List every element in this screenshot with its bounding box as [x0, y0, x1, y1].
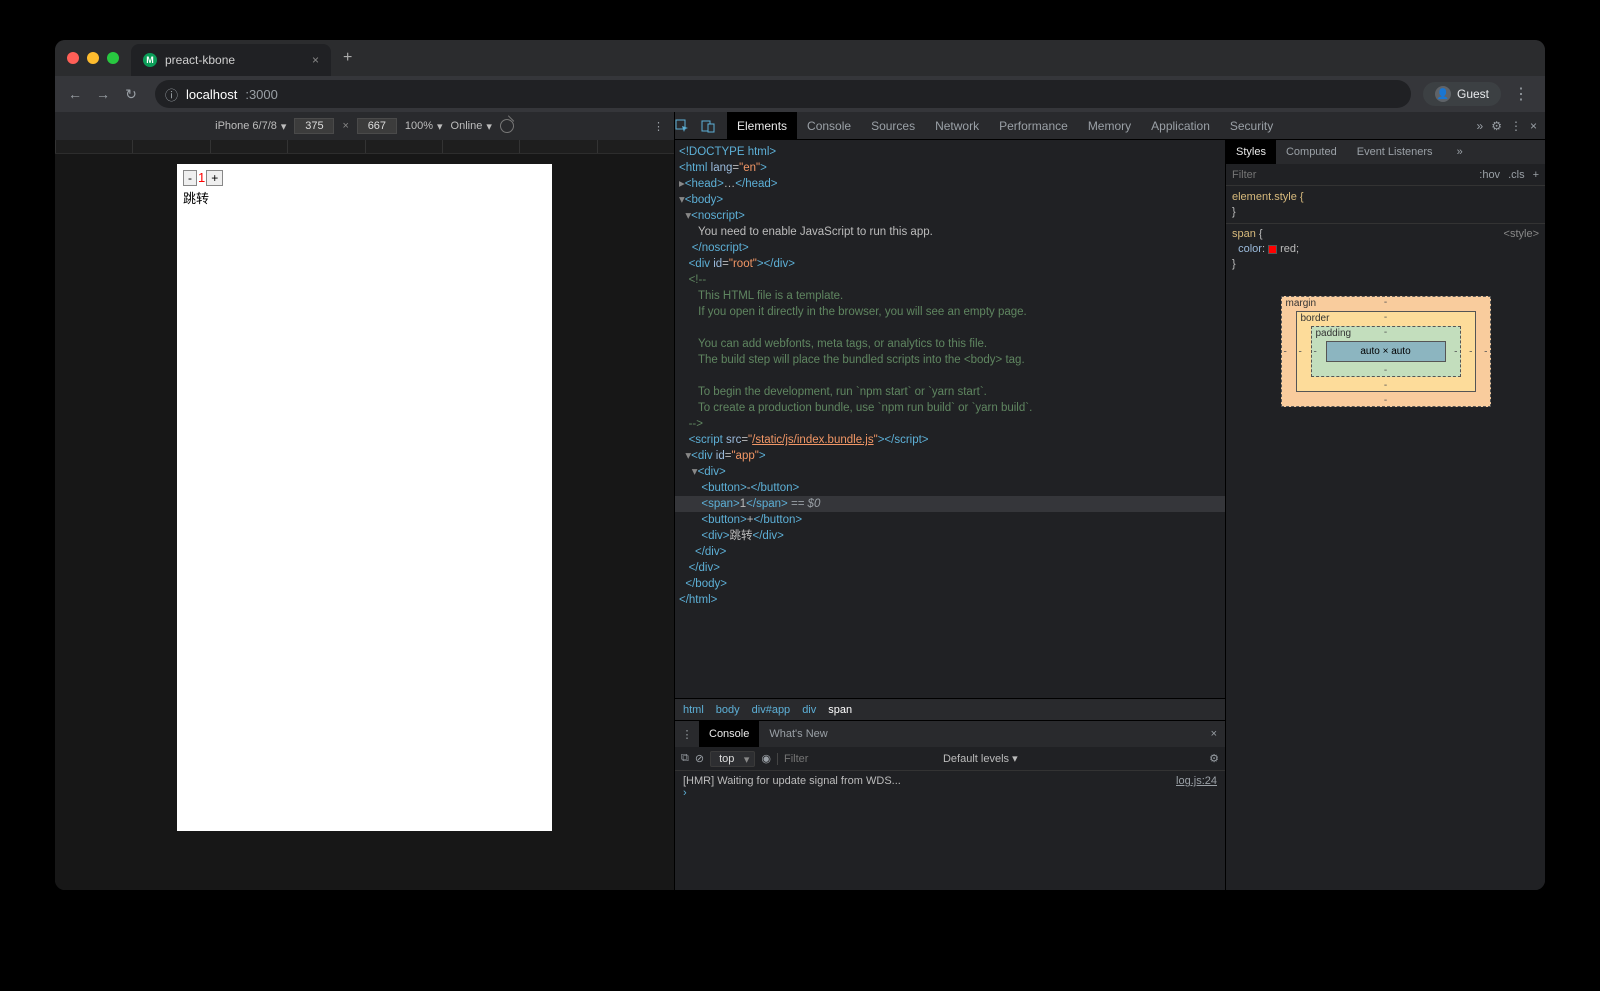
counter-value: 1: [198, 170, 205, 185]
styles-tab-listeners[interactable]: Event Listeners: [1347, 140, 1443, 164]
crumb-span[interactable]: span: [828, 704, 852, 716]
throttle-select[interactable]: Online ▾: [451, 120, 492, 133]
new-rule-button[interactable]: +: [1533, 169, 1539, 181]
new-tab-button[interactable]: +: [343, 49, 352, 67]
app-content: -1+ 跳转: [177, 164, 229, 831]
url-host: localhost: [186, 87, 237, 102]
minimize-window-button[interactable]: [87, 52, 99, 64]
devtools: Elements Console Sources Network Perform…: [675, 112, 1545, 890]
window-controls: [67, 52, 119, 64]
close-window-button[interactable]: [67, 52, 79, 64]
close-devtools-icon[interactable]: ×: [1530, 119, 1537, 133]
device-toolbar: iPhone 6/7/8 ▾ 375 × 667 100% ▾ Online ▾…: [55, 112, 674, 140]
preview-stage: -1+ 跳转: [55, 154, 674, 890]
jump-link[interactable]: 跳转: [183, 188, 223, 207]
site-info-icon[interactable]: ⓘ: [165, 85, 178, 104]
browser-menu-button[interactable]: ⋮: [1505, 84, 1537, 104]
avatar-icon: 👤: [1435, 86, 1451, 102]
console-prompt-icon: ›: [683, 787, 687, 799]
devtools-menu-icon[interactable]: ⋮: [1510, 119, 1522, 133]
device-preview-pane: iPhone 6/7/8 ▾ 375 × 667 100% ▾ Online ▾…: [55, 112, 675, 890]
browser-tab[interactable]: M preact-kbone ×: [131, 44, 331, 76]
tab-console[interactable]: Console: [797, 112, 861, 139]
device-mode-icon[interactable]: [701, 119, 727, 133]
ruler-horizontal: [55, 140, 674, 154]
crumb-body[interactable]: body: [716, 704, 740, 716]
selected-dom-node[interactable]: <span>1</span> == $0: [675, 496, 1225, 512]
drawer-tabbar: ⋮ Console What's New ×: [675, 721, 1225, 747]
cls-toggle[interactable]: .cls: [1508, 169, 1525, 181]
forward-button[interactable]: →: [91, 82, 115, 106]
tab-strip: M preact-kbone × +: [55, 40, 1545, 76]
settings-icon[interactable]: ⚙: [1491, 119, 1502, 133]
tab-title: preact-kbone: [165, 53, 235, 67]
crumb-html[interactable]: html: [683, 704, 704, 716]
dimension-separator: ×: [342, 120, 348, 132]
tab-performance[interactable]: Performance: [989, 112, 1078, 139]
tab-elements[interactable]: Elements: [727, 112, 797, 139]
favicon-icon: M: [143, 53, 157, 67]
tab-security[interactable]: Security: [1220, 112, 1283, 139]
elements-panel: <!DOCTYPE html> <html lang="en"> ▸<head>…: [675, 140, 1225, 890]
device-height-input[interactable]: 667: [357, 118, 397, 134]
decrement-button[interactable]: -: [183, 170, 197, 186]
styles-panel: Styles Computed Event Listeners » :hov .…: [1225, 140, 1545, 890]
zoom-select[interactable]: 100% ▾: [405, 120, 443, 133]
close-drawer-icon[interactable]: ×: [1203, 728, 1225, 740]
reload-button[interactable]: ↻: [119, 82, 143, 106]
increment-button[interactable]: +: [206, 170, 223, 186]
console-source-link[interactable]: log.js:24: [1176, 775, 1217, 787]
device-frame: -1+ 跳转: [177, 164, 552, 831]
live-expression-icon[interactable]: ◉: [761, 752, 771, 765]
console-output[interactable]: [HMR] Waiting for update signal from WDS…: [675, 771, 1225, 890]
styles-tab-computed[interactable]: Computed: [1276, 140, 1347, 164]
console-sidebar-icon[interactable]: ⧉: [681, 752, 689, 765]
device-width-input[interactable]: 375: [294, 118, 334, 134]
profile-button[interactable]: 👤 Guest: [1423, 82, 1501, 106]
rotate-icon[interactable]: [500, 119, 514, 133]
styles-filter-input[interactable]: [1226, 169, 1473, 181]
more-tabs-icon[interactable]: »: [1477, 119, 1484, 133]
toolbar: ← → ↻ ⓘ localhost :3000 👤 Guest ⋮: [55, 76, 1545, 112]
device-select[interactable]: iPhone 6/7/8 ▾: [215, 120, 286, 133]
tab-network[interactable]: Network: [925, 112, 989, 139]
hov-toggle[interactable]: :hov: [1479, 169, 1500, 181]
drawer-tab-console[interactable]: Console: [699, 721, 759, 747]
inspect-icon[interactable]: [675, 119, 701, 133]
console-drawer: ⋮ Console What's New × ⧉ ⊘ top ◉ Default…: [675, 720, 1225, 890]
browser-window: M preact-kbone × + ← → ↻ ⓘ localhost :300…: [55, 40, 1545, 890]
dom-breadcrumb[interactable]: html body div#app div span: [675, 698, 1225, 720]
styles-tab-styles[interactable]: Styles: [1226, 140, 1276, 164]
drawer-menu-icon[interactable]: ⋮: [675, 728, 699, 741]
url-port: :3000: [245, 87, 278, 102]
styles-tabbar: Styles Computed Event Listeners »: [1226, 140, 1545, 164]
crumb-div[interactable]: div: [802, 704, 816, 716]
tab-sources[interactable]: Sources: [861, 112, 925, 139]
log-levels-select[interactable]: Default levels ▾: [943, 752, 1018, 765]
drawer-tab-whatsnew[interactable]: What's New: [759, 721, 837, 747]
css-rules[interactable]: element.style { } span {<style> color: r…: [1226, 186, 1545, 276]
context-select[interactable]: top: [710, 751, 755, 767]
box-model[interactable]: margin ---- border ---- padding ---- aut…: [1281, 296, 1491, 407]
tab-application[interactable]: Application: [1141, 112, 1220, 139]
console-filter-input[interactable]: [777, 753, 937, 765]
devtools-tabbar: Elements Console Sources Network Perform…: [675, 112, 1545, 140]
console-message: [HMR] Waiting for update signal from WDS…: [683, 775, 901, 787]
back-button[interactable]: ←: [63, 82, 87, 106]
clear-console-icon[interactable]: ⊘: [695, 752, 704, 765]
address-bar[interactable]: ⓘ localhost :3000: [155, 80, 1411, 108]
tab-memory[interactable]: Memory: [1078, 112, 1141, 139]
console-toolbar: ⧉ ⊘ top ◉ Default levels ▾ ⚙: [675, 747, 1225, 771]
box-model-content: auto × auto: [1326, 341, 1446, 362]
styles-filter-row: :hov .cls +: [1226, 164, 1545, 186]
maximize-window-button[interactable]: [107, 52, 119, 64]
console-settings-icon[interactable]: ⚙: [1209, 752, 1219, 765]
dom-tree[interactable]: <!DOCTYPE html> <html lang="en"> ▸<head>…: [675, 140, 1225, 698]
profile-label: Guest: [1457, 87, 1489, 101]
close-tab-icon[interactable]: ×: [312, 53, 319, 67]
device-menu-button[interactable]: ⋮: [653, 120, 664, 133]
styles-more-icon[interactable]: »: [1447, 140, 1473, 164]
crumb-app[interactable]: div#app: [752, 704, 791, 716]
